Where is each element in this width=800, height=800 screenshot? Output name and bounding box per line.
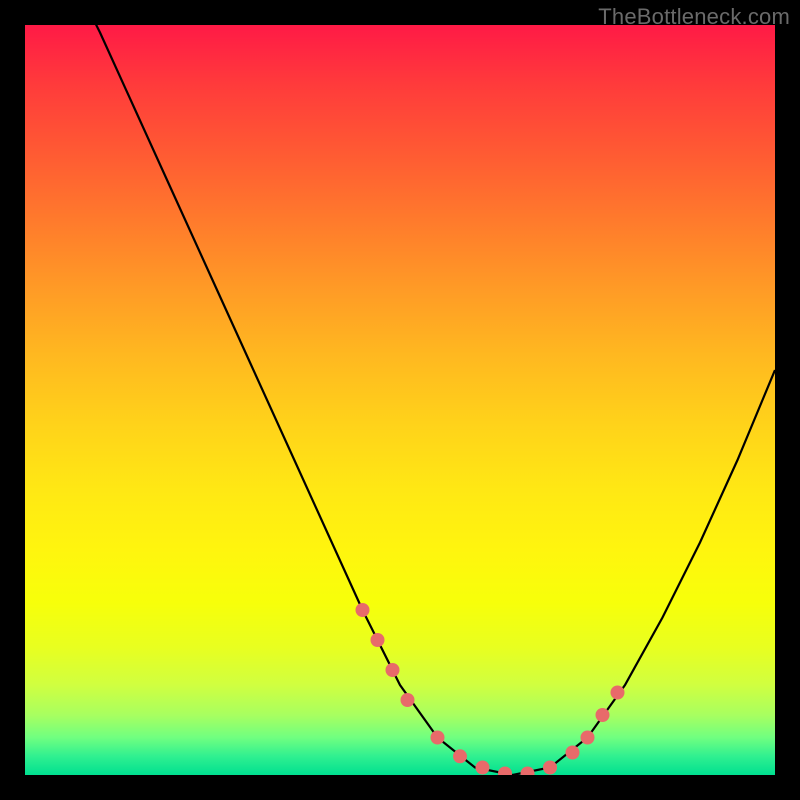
- curve-marker: [476, 761, 490, 775]
- bottleneck-curve: [25, 25, 775, 775]
- curve-marker: [543, 761, 557, 775]
- curve-marker: [521, 767, 535, 776]
- curve-marker: [596, 708, 610, 722]
- curve-marker: [386, 663, 400, 677]
- curve-marker: [498, 767, 512, 776]
- plot-area: [25, 25, 775, 775]
- curve-marker: [401, 693, 415, 707]
- curve-marker: [371, 633, 385, 647]
- curve-marker: [431, 731, 445, 745]
- chart-frame: TheBottleneck.com: [0, 0, 800, 800]
- curve-marker: [581, 731, 595, 745]
- curve-marker: [356, 603, 370, 617]
- curve-marker: [611, 686, 625, 700]
- curve-marker: [453, 749, 467, 763]
- curve-line: [25, 25, 775, 775]
- curve-marker: [566, 746, 580, 760]
- curve-markers: [356, 603, 625, 775]
